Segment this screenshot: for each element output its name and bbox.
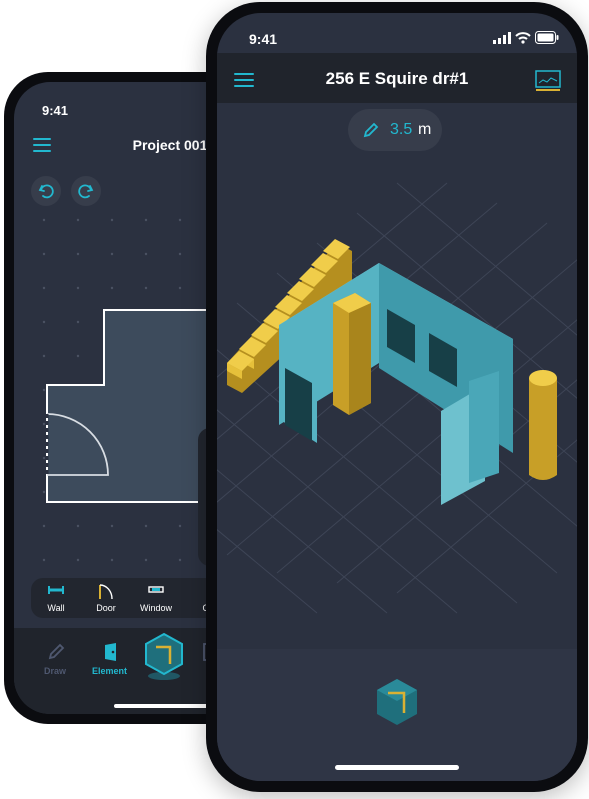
signal-icon bbox=[493, 32, 511, 44]
element-toolbar: Wall Door Window O bbox=[31, 578, 231, 618]
tool-door[interactable]: Door bbox=[81, 578, 131, 618]
battery-icon bbox=[535, 31, 559, 44]
tool-wall-label: Wall bbox=[47, 603, 65, 613]
window-icon bbox=[148, 586, 164, 593]
wifi-icon bbox=[515, 32, 531, 44]
nav-3d-view[interactable] bbox=[142, 632, 186, 682]
measurement-pill[interactable]: 3.5 m bbox=[348, 109, 442, 151]
tool-window-label: Window bbox=[139, 603, 172, 613]
tool-wall[interactable]: Wall bbox=[31, 578, 81, 618]
door-icon bbox=[99, 584, 113, 600]
pencil-icon bbox=[48, 643, 65, 660]
isometric-grid bbox=[217, 182, 577, 614]
header-bar: 256 E Squire dr#1 bbox=[217, 53, 577, 103]
cube-3d-icon[interactable] bbox=[374, 677, 420, 729]
nav-draw[interactable]: Draw bbox=[36, 642, 76, 682]
cylinder-column bbox=[529, 378, 557, 480]
tool-door-label: Door bbox=[96, 603, 116, 613]
nav-element[interactable]: Element bbox=[86, 642, 136, 682]
floor-plan-view-icon[interactable] bbox=[535, 70, 561, 92]
menu-icon[interactable] bbox=[234, 73, 254, 87]
measurement-value: 3.5 bbox=[390, 121, 413, 138]
front-phone-screen: 9:41 256 E Squire dr#1 3.5 m bbox=[217, 13, 577, 781]
status-time: 9:41 bbox=[42, 103, 69, 118]
redo-icon bbox=[78, 184, 94, 199]
measurement-unit: m bbox=[418, 121, 432, 138]
undo-icon bbox=[38, 184, 54, 199]
wall-icon bbox=[48, 586, 64, 594]
home-indicator bbox=[335, 765, 459, 770]
tool-window[interactable]: Window bbox=[131, 578, 181, 618]
project-title: 256 E Squire dr#1 bbox=[325, 69, 469, 88]
door-element-icon bbox=[105, 643, 116, 661]
3d-viewport[interactable] bbox=[217, 163, 577, 643]
bottom-bar bbox=[217, 649, 577, 781]
status-time: 9:41 bbox=[249, 31, 278, 47]
nav-element-label: Element bbox=[92, 666, 128, 676]
nav-draw-label: Draw bbox=[44, 666, 67, 676]
undo-button[interactable] bbox=[31, 176, 61, 206]
menu-icon[interactable] bbox=[33, 138, 51, 152]
front-phone: 9:41 256 E Squire dr#1 3.5 m bbox=[206, 2, 588, 792]
cube-3d-icon bbox=[145, 632, 183, 680]
pencil-icon bbox=[363, 122, 379, 138]
redo-button[interactable] bbox=[71, 176, 101, 206]
